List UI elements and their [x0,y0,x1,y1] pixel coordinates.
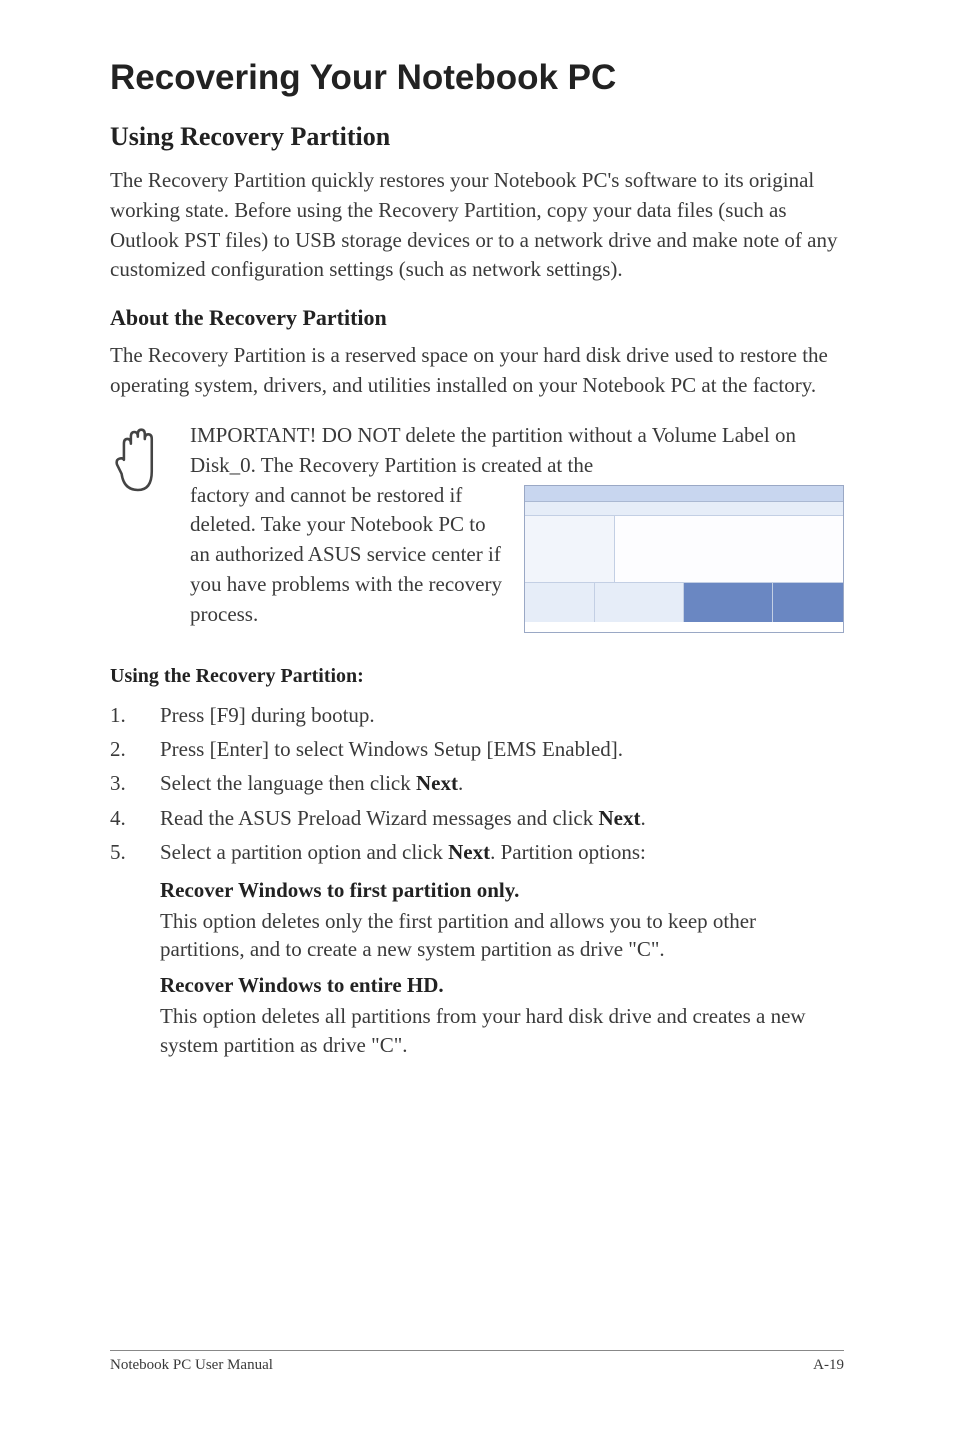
step-4: Read the ASUS Preload Wizard messages an… [110,803,844,833]
step-5-text: Select a partition option and click [160,840,448,864]
step-4-text: Read the ASUS Preload Wizard messages an… [160,806,599,830]
subsection-heading: About the Recovery Partition [110,305,844,331]
footer-left: Notebook PC User Manual [110,1357,273,1374]
option-2-desc: This option deletes all partitions from … [160,1002,844,1059]
step-3-text: Select the language then click [160,771,416,795]
step-5-bold: Next [448,840,490,864]
about-paragraph: The Recovery Partition is a reserved spa… [110,341,844,401]
steps-list: Press [F9] during bootup. Press [Enter] … [110,700,844,868]
step-3-bold: Next [416,771,458,795]
page-title: Recovering Your Notebook PC [110,58,844,98]
note-remaining: factory and cannot be restored if delete… [190,481,506,630]
step-2: Press [Enter] to select Windows Setup [E… [110,734,844,764]
disk-management-screenshot [524,485,844,633]
step-3: Select the language then click Next. [110,768,844,798]
hand-stop-icon [110,425,168,497]
important-note: IMPORTANT! DO NOT delete the partition w… [110,421,844,633]
note-line-1: IMPORTANT! DO NOT delete the partition w… [190,423,796,477]
step-5-tail: . Partition options: [490,840,646,864]
step-4-tail: . [640,806,645,830]
page-footer: Notebook PC User Manual A-19 [110,1350,844,1374]
step-5: Select a partition option and click Next… [110,837,844,867]
steps-heading: Using the Recovery Partition: [110,665,844,688]
intro-paragraph: The Recovery Partition quickly restores … [110,166,844,285]
step-1: Press [F9] during bootup. [110,700,844,730]
step-3-tail: . [458,771,463,795]
footer-right: A-19 [813,1357,844,1374]
option-2-title: Recover Windows to entire HD. [160,973,844,998]
step-4-bold: Next [599,806,641,830]
option-1-title: Recover Windows to first partition only. [160,878,844,903]
section-heading: Using Recovery Partition [110,122,844,152]
option-1-desc: This option deletes only the first parti… [160,907,844,964]
